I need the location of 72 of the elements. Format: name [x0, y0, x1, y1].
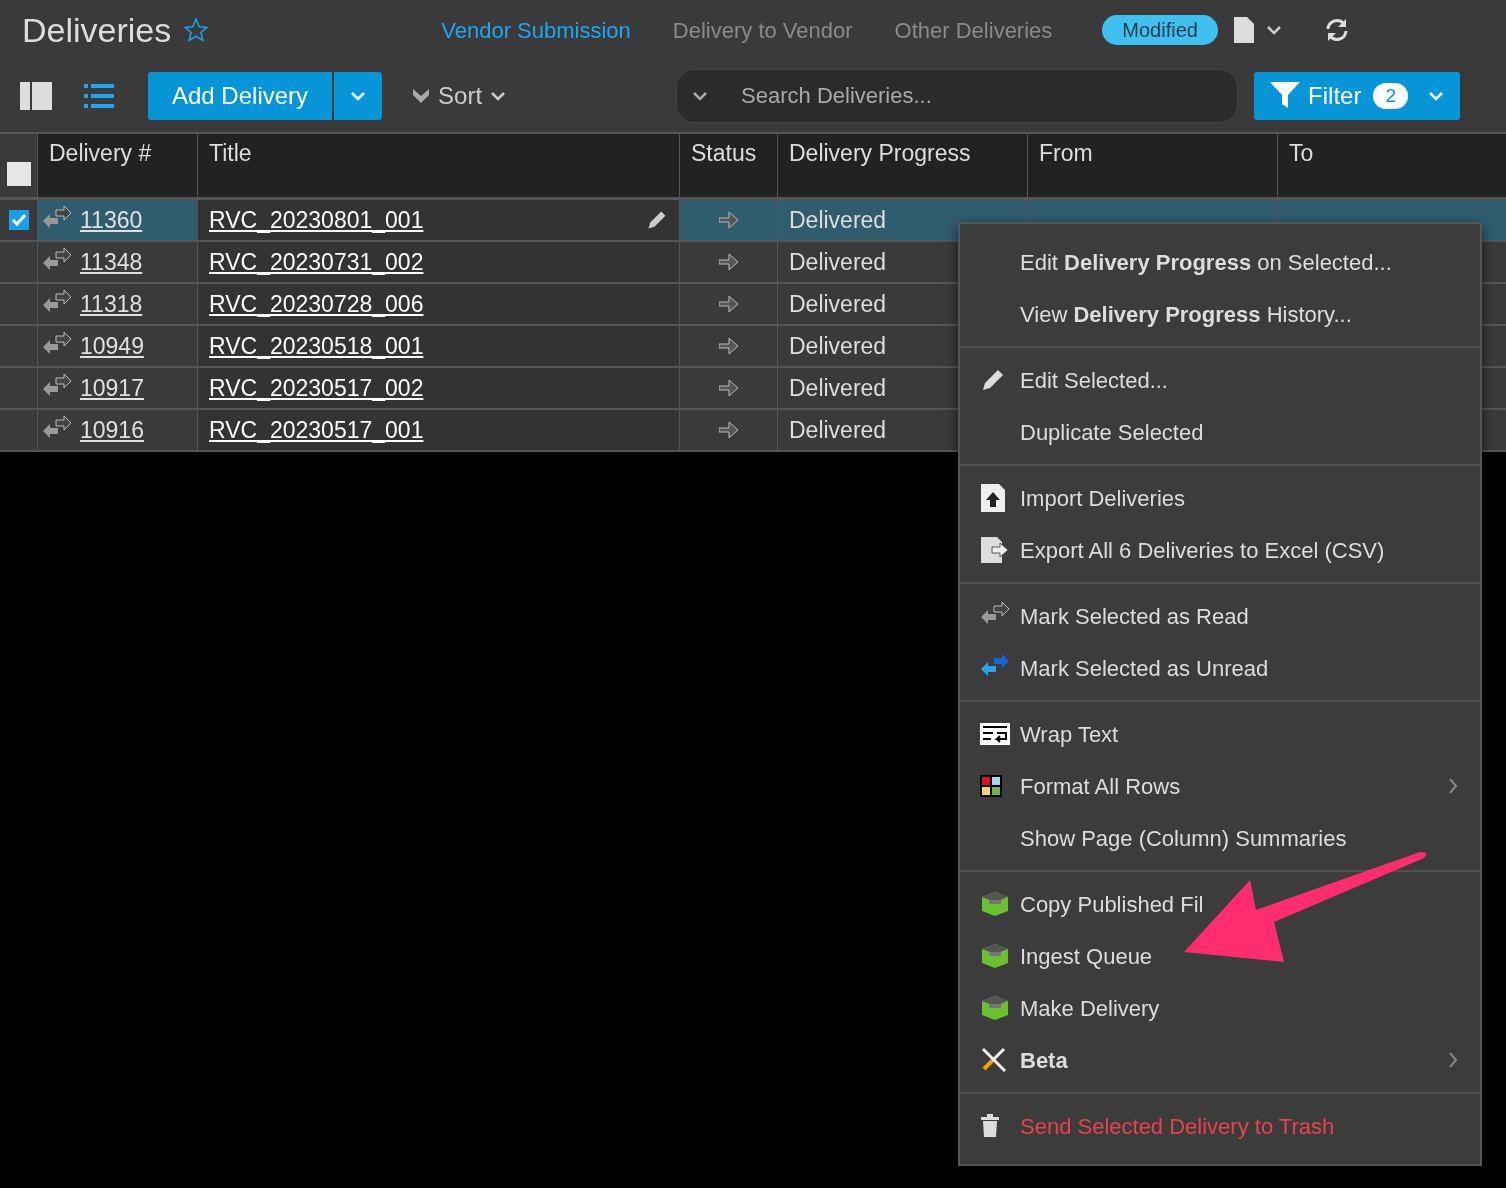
column-header[interactable]: To — [1277, 134, 1506, 197]
menu-item[interactable]: Mark Selected as Unread — [960, 642, 1480, 694]
tools-icon — [980, 1046, 1008, 1074]
menu-item[interactable]: Ingest Queue — [960, 930, 1480, 982]
view-tab[interactable]: Vendor Submission — [441, 13, 631, 47]
progress-cell-text: Delivered — [789, 289, 887, 319]
menu-item[interactable]: Format All Rows — [960, 760, 1480, 812]
add-dropdown-button[interactable] — [334, 72, 383, 120]
row-checkbox[interactable] — [8, 210, 29, 230]
package-icon — [980, 891, 1010, 917]
file-upload-icon — [980, 483, 1006, 513]
column-header[interactable]: Delivery # — [37, 134, 197, 197]
delivery-number-link[interactable]: 10949 — [80, 328, 144, 364]
progress-cell-text: Delivered — [789, 205, 887, 235]
star-icon[interactable] — [183, 17, 210, 43]
menu-item[interactable]: Edit Selected... — [960, 354, 1480, 406]
menu-item[interactable]: Make Delivery — [960, 982, 1480, 1034]
arrow-right-icon — [718, 379, 739, 397]
delivery-number-link[interactable]: 11318 — [80, 286, 143, 322]
delivery-number-link[interactable]: 10916 — [80, 412, 144, 448]
package-icon — [980, 943, 1010, 969]
check-icon — [11, 214, 26, 226]
chevron-right-icon — [1448, 777, 1458, 795]
column-header[interactable]: From — [1027, 134, 1277, 197]
progress-cell-text: Delivered — [789, 415, 887, 445]
column-header[interactable]: Title — [197, 134, 679, 197]
chevron-down-icon — [350, 91, 367, 101]
modified-badge: Modified — [1102, 15, 1218, 45]
menu-item[interactable]: Copy Published Fil — [960, 878, 1480, 930]
filter-count-badge: 2 — [1373, 83, 1408, 109]
file-export-icon — [980, 536, 1010, 564]
search-field[interactable]: Search Deliveries... — [676, 69, 1239, 123]
color-grid-icon — [980, 775, 1002, 797]
menu-item[interactable]: Duplicate Selected — [960, 406, 1480, 458]
chevron-down-icon — [1428, 91, 1444, 101]
arrow-right-icon — [718, 295, 739, 313]
document-icon[interactable] — [1233, 17, 1254, 43]
chevron-down-icon — [692, 91, 709, 101]
menu-item[interactable]: View Delivery Progress History... — [960, 288, 1480, 340]
menu-item[interactable]: Show Page (Column) Summaries — [960, 812, 1480, 864]
menu-item[interactable]: Edit Delivery Progress on Selected... — [960, 236, 1480, 288]
progress-cell-text: Delivered — [789, 373, 887, 403]
page-title: Deliveries — [22, 9, 172, 51]
arrow-right-icon — [718, 211, 739, 229]
funnel-icon — [1270, 82, 1301, 110]
chevron-down-icon — [1265, 25, 1282, 35]
sort-button[interactable]: Sort — [412, 78, 507, 114]
panel-layout-icon[interactable] — [20, 82, 52, 110]
package-icon — [980, 995, 1010, 1021]
trash-icon — [980, 1114, 1000, 1138]
select-all-checkbox[interactable] — [6, 161, 31, 186]
menu-item[interactable]: Mark Selected as Read — [960, 590, 1480, 642]
column-header[interactable]: Status — [679, 134, 777, 197]
chevron-down-icon — [412, 88, 431, 104]
list-icon[interactable] — [84, 83, 114, 109]
menu-item[interactable]: Wrap Text — [960, 708, 1480, 760]
chevron-right-icon — [1448, 1051, 1458, 1069]
arrow-right-icon — [718, 253, 739, 271]
delivery-number-link[interactable]: 11348 — [80, 244, 143, 280]
progress-cell-text: Delivered — [789, 331, 887, 361]
delivery-number-link[interactable]: 11360 — [80, 202, 143, 238]
arrow-right-icon — [718, 421, 739, 439]
progress-cell-text: Delivered — [789, 247, 887, 277]
pencil-icon[interactable] — [646, 209, 668, 231]
menu-item[interactable]: Beta — [960, 1034, 1480, 1086]
delivery-number-link[interactable]: 10917 — [80, 370, 144, 406]
column-header[interactable]: Delivery Progress — [777, 134, 1027, 197]
menu-item[interactable]: Import Deliveries — [960, 472, 1480, 524]
chevron-down-icon — [490, 91, 507, 101]
arrow-right-icon — [718, 337, 739, 355]
wrap-text-icon — [980, 723, 1010, 745]
menu-item[interactable]: Export All 6 Deliveries to Excel (CSV) — [960, 524, 1480, 576]
